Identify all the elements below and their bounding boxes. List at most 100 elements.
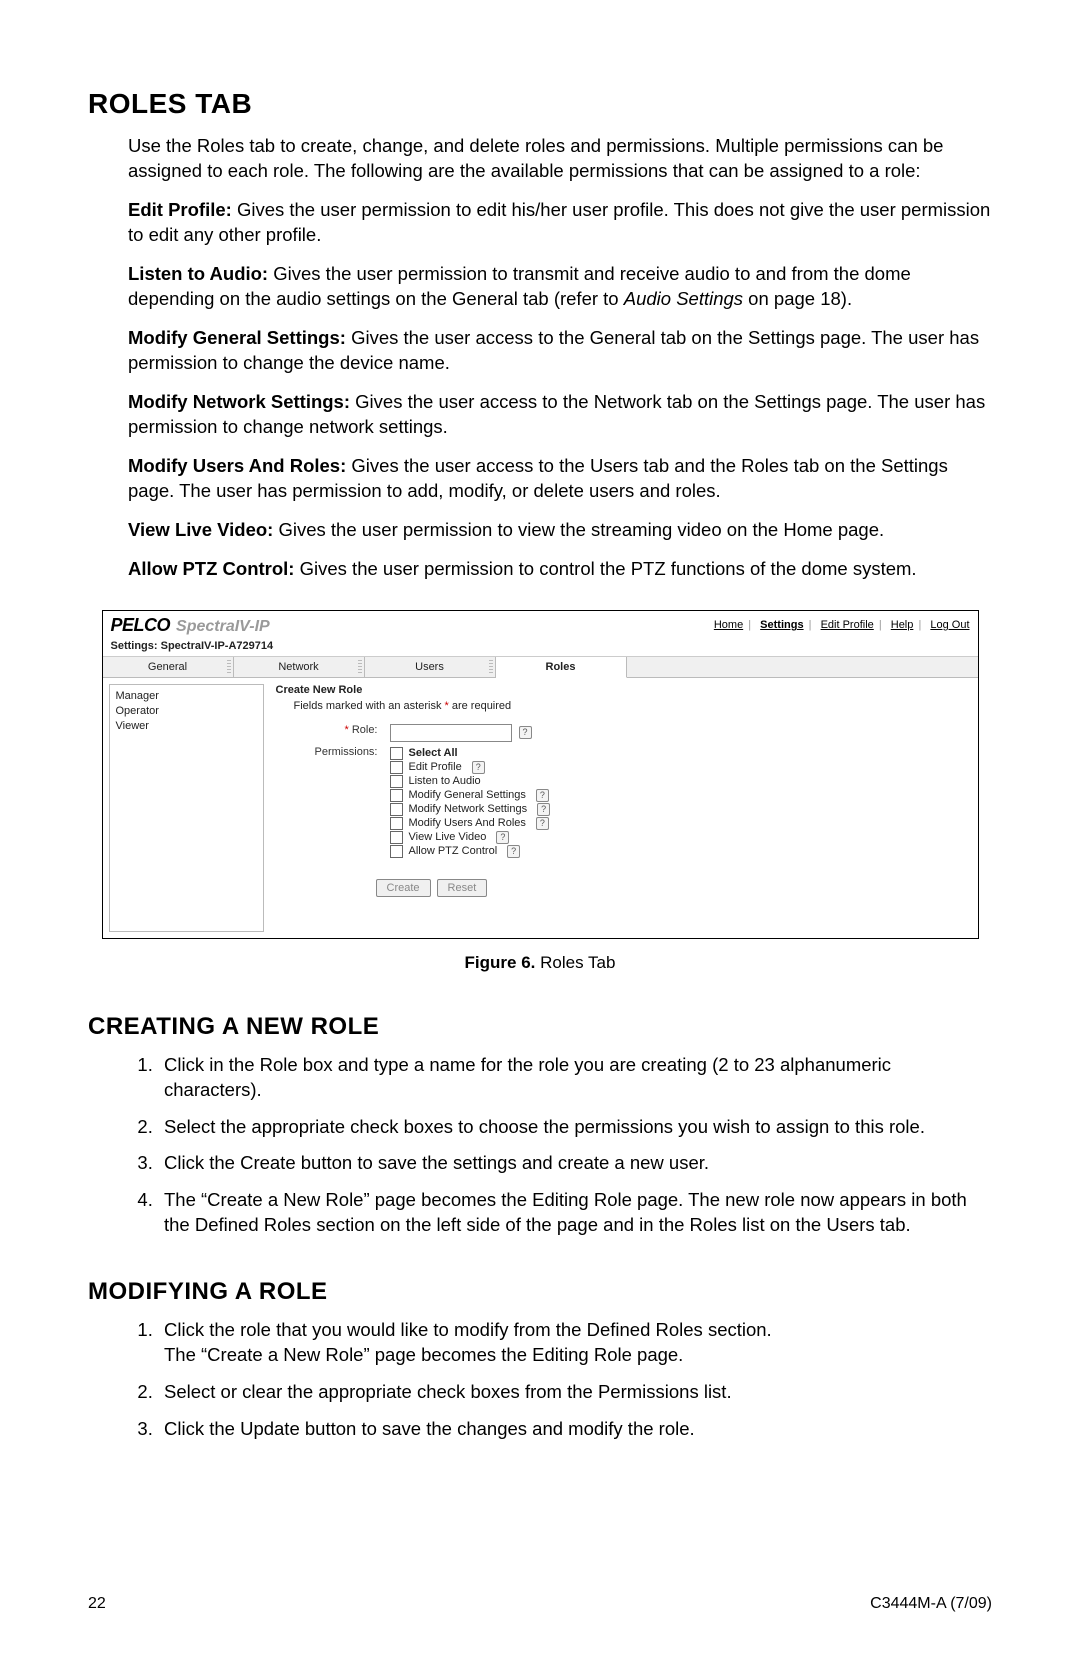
checkbox-modify-users-roles[interactable] [390, 817, 403, 830]
figure-caption-text: Roles Tab [540, 953, 615, 972]
page-number: 22 [88, 1595, 106, 1613]
perm-term: Listen to Audio: [128, 263, 268, 284]
tab-label: Network [278, 661, 318, 673]
perm-label: Modify Network Settings [409, 803, 528, 815]
defined-roles-list: Manager Operator Viewer [109, 684, 264, 932]
figure-caption: Figure 6. Roles Tab [88, 953, 992, 973]
checkbox-allow-ptz[interactable] [390, 845, 403, 858]
page-title: ROLES TAB [88, 88, 992, 120]
perm-def-view-live: View Live Video: Gives the user permissi… [128, 518, 992, 543]
perm-row: Modify General Settings ? [390, 789, 551, 802]
step-text: Click the role that you would like to mo… [164, 1319, 772, 1340]
page-footer: 22 C3444M-A (7/09) [88, 1595, 992, 1613]
perm-label: Modify General Settings [409, 789, 526, 801]
tab-grip-icon [227, 660, 231, 674]
tab-general[interactable]: General [103, 657, 234, 677]
role-list-item[interactable]: Manager [116, 689, 257, 704]
create-role-form: Create New Role Fields marked with an as… [270, 678, 978, 938]
nav-settings[interactable]: Settings [760, 619, 803, 631]
perm-row: View Live Video ? [390, 831, 551, 844]
step: Click the role that you would like to mo… [158, 1318, 992, 1368]
step: Select or clear the appropriate check bo… [158, 1380, 992, 1405]
help-icon[interactable]: ? [537, 803, 550, 816]
checkbox-listen-audio[interactable] [390, 775, 403, 788]
figure-6: PELCO SpectraIV-IP Home | Settings | Edi… [88, 610, 992, 973]
perm-desc: Gives the user permission to edit his/he… [128, 199, 990, 245]
perm-def-modify-users-roles: Modify Users And Roles: Gives the user a… [128, 454, 992, 504]
perm-term: View Live Video: [128, 519, 273, 540]
tab-label: Roles [546, 661, 576, 673]
perm-desc: Gives the user permission to control the… [300, 558, 917, 579]
help-icon[interactable]: ? [496, 831, 509, 844]
perm-term: Allow PTZ Control: [128, 558, 294, 579]
nav-sep: | [809, 619, 812, 631]
form-title: Create New Role [276, 684, 972, 696]
role-label: * Role: [276, 722, 384, 744]
checkbox-modify-general[interactable] [390, 789, 403, 802]
perm-term: Modify Users And Roles: [128, 455, 346, 476]
checkbox-modify-network[interactable] [390, 803, 403, 816]
step: Select the appropriate check boxes to ch… [158, 1115, 992, 1140]
step-text: The “Create a New Role” page becomes the… [164, 1344, 683, 1365]
perm-def-modify-network: Modify Network Settings: Gives the user … [128, 390, 992, 440]
tab-grip-icon [358, 660, 362, 674]
perm-def-edit-profile: Edit Profile: Gives the user permission … [128, 198, 992, 248]
perm-term: Edit Profile: [128, 199, 232, 220]
role-name-input[interactable] [390, 724, 512, 742]
tab-network[interactable]: Network [234, 657, 365, 677]
perm-label: Modify Users And Roles [409, 817, 526, 829]
perm-label: View Live Video [409, 831, 487, 843]
perm-row: Edit Profile ? [390, 761, 551, 774]
app-header: PELCO SpectraIV-IP Home | Settings | Edi… [103, 611, 978, 638]
intro-paragraph: Use the Roles tab to create, change, and… [128, 134, 992, 184]
nav-edit-profile[interactable]: Edit Profile [821, 619, 874, 631]
note-pre: Fields marked with an asterisk [294, 700, 445, 712]
perm-select-all: Select All [390, 747, 551, 760]
form-required-note: Fields marked with an asterisk * are req… [294, 700, 972, 712]
help-icon[interactable]: ? [507, 845, 520, 858]
creating-role-steps: Click in the Role box and type a name fo… [88, 1053, 992, 1239]
step: The “Create a New Role” page becomes the… [158, 1188, 992, 1238]
perm-label: Listen to Audio [409, 775, 481, 787]
checkbox-edit-profile[interactable] [390, 761, 403, 774]
help-icon[interactable]: ? [519, 726, 532, 739]
checkbox-view-live-video[interactable] [390, 831, 403, 844]
tab-users[interactable]: Users [365, 657, 496, 677]
help-icon[interactable]: ? [536, 817, 549, 830]
app-body: Manager Operator Viewer Create New Role … [103, 678, 978, 938]
app-screenshot: PELCO SpectraIV-IP Home | Settings | Edi… [102, 610, 979, 939]
role-list-item[interactable]: Viewer [116, 719, 257, 734]
perm-label: Edit Profile [409, 761, 462, 773]
breadcrumb: Settings: SpectraIV-IP-A729714 [103, 638, 978, 657]
perm-desc-post: on page 18). [743, 288, 852, 309]
permissions-label: Permissions: [276, 744, 384, 861]
nav-help[interactable]: Help [891, 619, 914, 631]
reset-button[interactable]: Reset [437, 879, 488, 897]
form-buttons: Create Reset [376, 879, 972, 897]
checkbox-select-all[interactable] [390, 747, 403, 760]
perm-term: Modify Network Settings: [128, 391, 350, 412]
perm-term: Modify General Settings: [128, 327, 346, 348]
tab-label: General [148, 661, 187, 673]
nav-sep: | [879, 619, 882, 631]
help-icon[interactable]: ? [472, 761, 485, 774]
tab-grip-icon [489, 660, 493, 674]
perm-row: Allow PTZ Control ? [390, 845, 551, 858]
role-list-item[interactable]: Operator [116, 704, 257, 719]
nav-home[interactable]: Home [714, 619, 743, 631]
step: Click the Create button to save the sett… [158, 1151, 992, 1176]
note-post: are required [449, 700, 511, 712]
help-icon[interactable]: ? [536, 789, 549, 802]
create-button[interactable]: Create [376, 879, 431, 897]
tabs-row: General Network Users Roles [103, 657, 978, 678]
tab-roles[interactable]: Roles [496, 657, 627, 678]
perm-row: Listen to Audio [390, 775, 551, 788]
nav-logout[interactable]: Log Out [930, 619, 969, 631]
form-layout: * Role: ? Permissions: [276, 722, 557, 861]
step: Click in the Role box and type a name fo… [158, 1053, 992, 1103]
perm-label: Allow PTZ Control [409, 845, 498, 857]
brand: PELCO SpectraIV-IP [111, 615, 270, 636]
doc-id: C3444M-A (7/09) [870, 1595, 992, 1613]
perm-desc-ital: Audio Settings [624, 288, 743, 309]
perm-def-listen-audio: Listen to Audio: Gives the user permissi… [128, 262, 992, 312]
